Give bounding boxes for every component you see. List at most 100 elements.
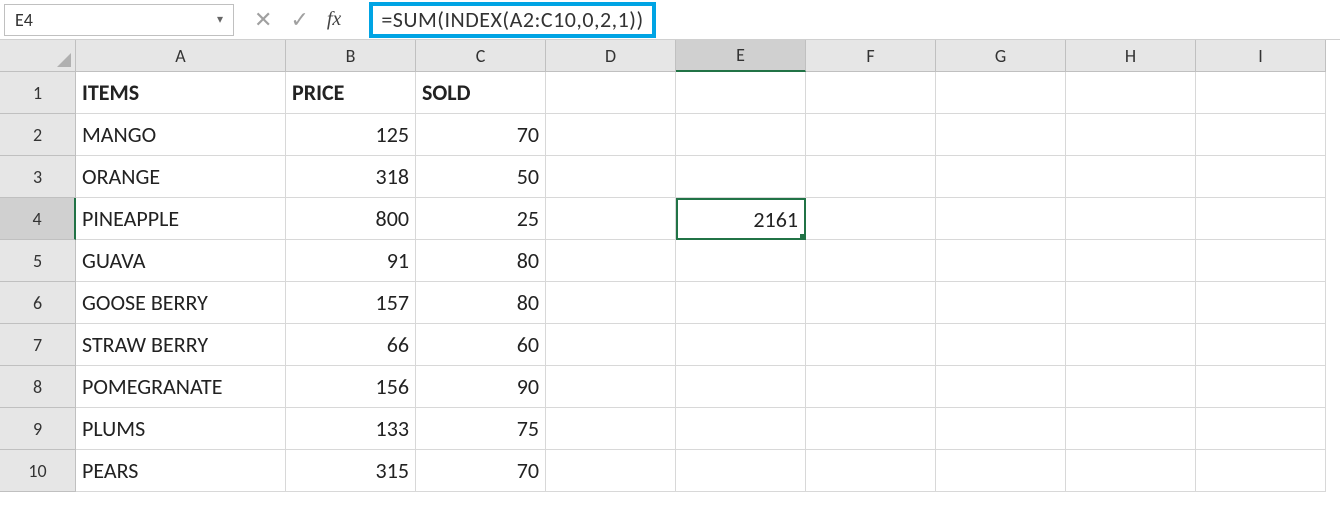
cell-G4[interactable] bbox=[936, 198, 1066, 240]
cell-G9[interactable] bbox=[936, 408, 1066, 450]
cell-B4[interactable]: 800 bbox=[286, 198, 416, 240]
cell-A2[interactable]: MANGO bbox=[76, 114, 286, 156]
cell-H3[interactable] bbox=[1066, 156, 1196, 198]
row-header-3[interactable]: 3 bbox=[0, 156, 76, 198]
cell-G8[interactable] bbox=[936, 366, 1066, 408]
cell-D9[interactable] bbox=[546, 408, 676, 450]
col-header-H[interactable]: H bbox=[1066, 40, 1196, 72]
cell-C7[interactable]: 60 bbox=[416, 324, 546, 366]
cell-E6[interactable] bbox=[676, 282, 806, 324]
cell-B6[interactable]: 157 bbox=[286, 282, 416, 324]
cell-A6[interactable]: GOOSE BERRY bbox=[76, 282, 286, 324]
row-header-8[interactable]: 8 bbox=[0, 366, 76, 408]
cell-H10[interactable] bbox=[1066, 450, 1196, 492]
cell-E5[interactable] bbox=[676, 240, 806, 282]
cell-F1[interactable] bbox=[806, 72, 936, 114]
cell-H2[interactable] bbox=[1066, 114, 1196, 156]
row-header-5[interactable]: 5 bbox=[0, 240, 76, 282]
cell-C3[interactable]: 50 bbox=[416, 156, 546, 198]
cell-G5[interactable] bbox=[936, 240, 1066, 282]
col-header-C[interactable]: C bbox=[416, 40, 546, 72]
cell-F5[interactable] bbox=[806, 240, 936, 282]
cell-B3[interactable]: 318 bbox=[286, 156, 416, 198]
cell-F4[interactable] bbox=[806, 198, 936, 240]
cell-C1[interactable]: SOLD bbox=[416, 72, 546, 114]
cell-H7[interactable] bbox=[1066, 324, 1196, 366]
cell-A5[interactable]: GUAVA bbox=[76, 240, 286, 282]
cell-C9[interactable]: 75 bbox=[416, 408, 546, 450]
row-header-6[interactable]: 6 bbox=[0, 282, 76, 324]
cell-D8[interactable] bbox=[546, 366, 676, 408]
cell-F8[interactable] bbox=[806, 366, 936, 408]
cell-H9[interactable] bbox=[1066, 408, 1196, 450]
cell-I3[interactable] bbox=[1196, 156, 1326, 198]
row-header-7[interactable]: 7 bbox=[0, 324, 76, 366]
cell-F3[interactable] bbox=[806, 156, 936, 198]
row-header-1[interactable]: 1 bbox=[0, 72, 76, 114]
cell-H8[interactable] bbox=[1066, 366, 1196, 408]
cell-I10[interactable] bbox=[1196, 450, 1326, 492]
name-box[interactable]: E4 ▾ bbox=[4, 4, 234, 36]
cell-D10[interactable] bbox=[546, 450, 676, 492]
cell-D6[interactable] bbox=[546, 282, 676, 324]
col-header-E[interactable]: E bbox=[676, 40, 806, 72]
col-header-F[interactable]: F bbox=[806, 40, 936, 72]
cell-H1[interactable] bbox=[1066, 72, 1196, 114]
cell-I7[interactable] bbox=[1196, 324, 1326, 366]
cell-B7[interactable]: 66 bbox=[286, 324, 416, 366]
select-all-corner[interactable] bbox=[0, 40, 76, 72]
cell-G7[interactable] bbox=[936, 324, 1066, 366]
cell-D5[interactable] bbox=[546, 240, 676, 282]
formula-input[interactable]: =SUM(INDEX(A2:C10,0,2,1)) bbox=[369, 2, 655, 38]
cell-A9[interactable]: PLUMS bbox=[76, 408, 286, 450]
cell-F6[interactable] bbox=[806, 282, 936, 324]
cell-I1[interactable] bbox=[1196, 72, 1326, 114]
name-box-dropdown-icon[interactable]: ▾ bbox=[217, 12, 223, 27]
cell-E1[interactable] bbox=[676, 72, 806, 114]
cell-D4[interactable] bbox=[546, 198, 676, 240]
cell-F9[interactable] bbox=[806, 408, 936, 450]
cell-G6[interactable] bbox=[936, 282, 1066, 324]
cell-A4[interactable]: PINEAPPLE bbox=[76, 198, 286, 240]
cell-C5[interactable]: 80 bbox=[416, 240, 546, 282]
cell-D7[interactable] bbox=[546, 324, 676, 366]
cell-H6[interactable] bbox=[1066, 282, 1196, 324]
cell-I8[interactable] bbox=[1196, 366, 1326, 408]
cell-D1[interactable] bbox=[546, 72, 676, 114]
cell-I2[interactable] bbox=[1196, 114, 1326, 156]
col-header-B[interactable]: B bbox=[286, 40, 416, 72]
cell-E8[interactable] bbox=[676, 366, 806, 408]
col-header-A[interactable]: A bbox=[76, 40, 286, 72]
row-header-10[interactable]: 10 bbox=[0, 450, 76, 492]
cell-E3[interactable] bbox=[676, 156, 806, 198]
cell-C2[interactable]: 70 bbox=[416, 114, 546, 156]
cell-E10[interactable] bbox=[676, 450, 806, 492]
cell-C8[interactable]: 90 bbox=[416, 366, 546, 408]
cell-F10[interactable] bbox=[806, 450, 936, 492]
cell-B5[interactable]: 91 bbox=[286, 240, 416, 282]
cell-H4[interactable] bbox=[1066, 198, 1196, 240]
cell-B10[interactable]: 315 bbox=[286, 450, 416, 492]
cell-I4[interactable] bbox=[1196, 198, 1326, 240]
col-header-I[interactable]: I bbox=[1196, 40, 1326, 72]
cell-B1[interactable]: PRICE bbox=[286, 72, 416, 114]
cell-F7[interactable] bbox=[806, 324, 936, 366]
cell-B9[interactable]: 133 bbox=[286, 408, 416, 450]
cell-B8[interactable]: 156 bbox=[286, 366, 416, 408]
cell-G1[interactable] bbox=[936, 72, 1066, 114]
row-header-4[interactable]: 4 bbox=[0, 198, 76, 240]
cell-B2[interactable]: 125 bbox=[286, 114, 416, 156]
enter-icon[interactable]: ✓ bbox=[290, 6, 308, 33]
cancel-icon[interactable]: ✕ bbox=[254, 6, 272, 33]
cell-E7[interactable] bbox=[676, 324, 806, 366]
cell-A3[interactable]: ORANGE bbox=[76, 156, 286, 198]
cell-D3[interactable] bbox=[546, 156, 676, 198]
cell-I9[interactable] bbox=[1196, 408, 1326, 450]
cell-G10[interactable] bbox=[936, 450, 1066, 492]
cell-C6[interactable]: 80 bbox=[416, 282, 546, 324]
cell-G3[interactable] bbox=[936, 156, 1066, 198]
fx-icon[interactable]: fx bbox=[327, 8, 341, 31]
col-header-G[interactable]: G bbox=[936, 40, 1066, 72]
cell-A1[interactable]: ITEMS bbox=[76, 72, 286, 114]
cell-A8[interactable]: POMEGRANATE bbox=[76, 366, 286, 408]
